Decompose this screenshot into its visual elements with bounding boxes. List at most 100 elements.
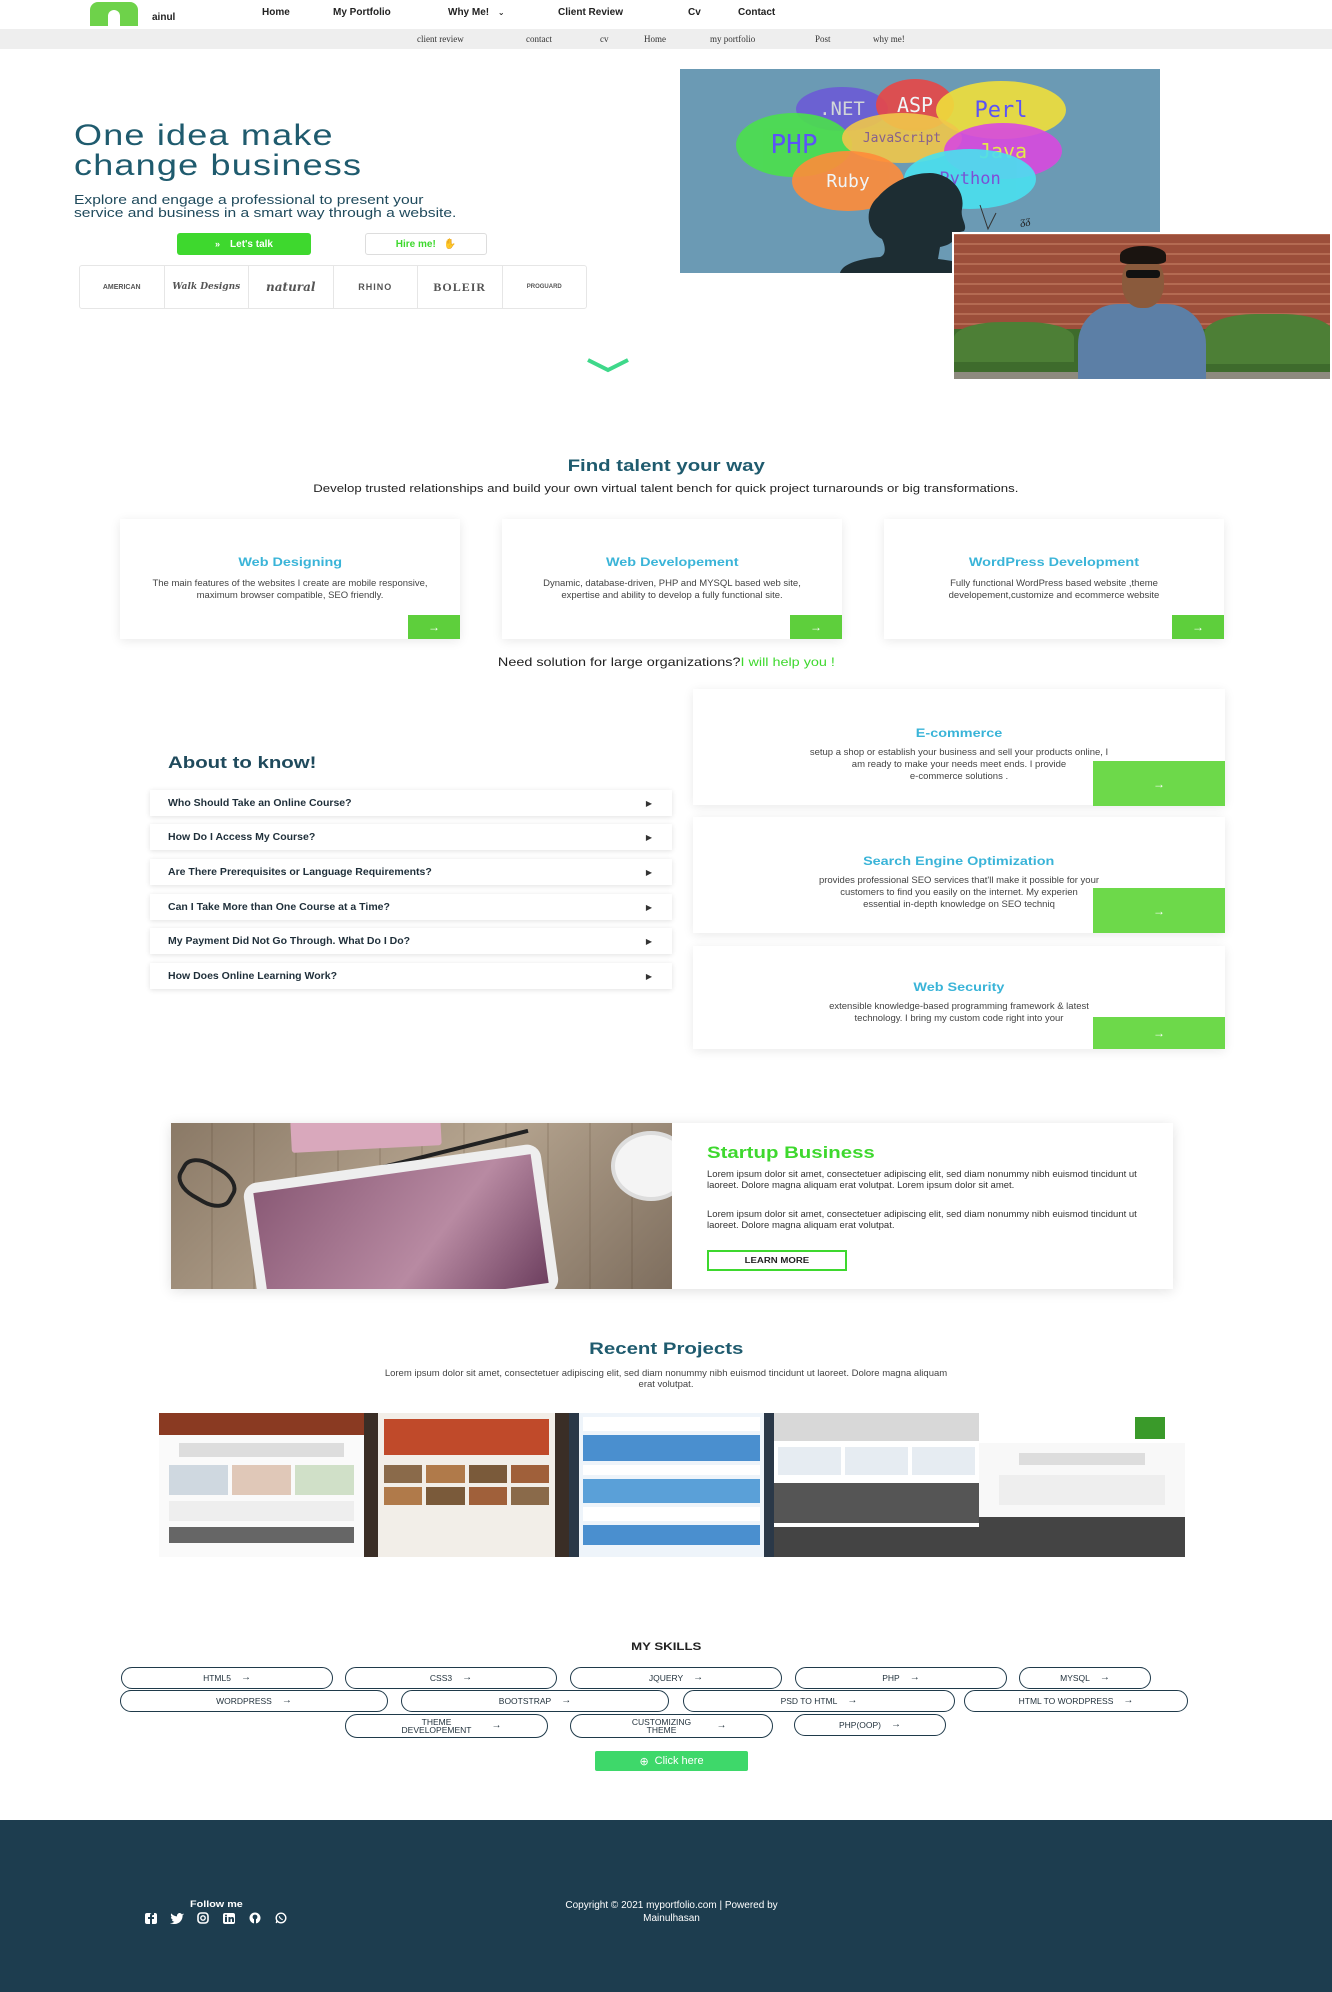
skill-pill-bootstrap[interactable]: BOOTSTRAP → [401, 1690, 669, 1712]
skill-pill-customizing-theme[interactable]: CUSTOMIZING THEME → [570, 1714, 773, 1738]
arrow-right-icon: → [1099, 1672, 1110, 1683]
hire-me-button[interactable]: Hire me! ✋ [365, 233, 487, 255]
skill-label: HTML TO WORDPRESS [1018, 1696, 1114, 1706]
brand-logos-strip: AMERICAN Walk Designs natural RHINO BOLE… [79, 265, 587, 309]
whatsapp-icon[interactable] [274, 1912, 288, 1924]
github-icon[interactable] [248, 1912, 262, 1924]
click-here-button[interactable]: ⊕ Click here [595, 1751, 748, 1771]
service-card-seo: Search Engine Optimization provides prof… [693, 817, 1225, 933]
subnav-cv[interactable]: cv [600, 34, 609, 44]
skill-pill-theme-development[interactable]: THEME DEVELOPEMENT → [345, 1714, 548, 1738]
brand-logo-boleir: BOLEIR [418, 266, 503, 308]
caret-right-icon: ▶ [645, 832, 652, 842]
follow-me-label: Follow me [190, 1899, 243, 1909]
faq-item[interactable]: Who Should Take an Online Course? ▶ [150, 790, 672, 816]
skill-label: CUSTOMIZING THEME [631, 1717, 692, 1735]
will-help-you-link[interactable]: I will help you ! [740, 655, 834, 669]
subnav-contact[interactable]: contact [526, 34, 552, 44]
instagram-icon[interactable] [196, 1912, 210, 1924]
arrow-right-icon: → [693, 1672, 704, 1683]
nav-home[interactable]: Home [262, 7, 290, 18]
arrow-right-icon: → [1153, 1026, 1165, 1040]
project-thumbnail-4[interactable] [774, 1413, 979, 1557]
logo-mark-icon [90, 2, 138, 26]
faq-item[interactable]: My Payment Did Not Go Through. What Do I… [150, 928, 672, 954]
arrow-right-button[interactable]: → [408, 615, 460, 639]
skill-pill-jquery[interactable]: JQUERY → [570, 1667, 782, 1689]
skill-pill-css3[interactable]: CSS3 → [345, 1667, 557, 1689]
faq-item[interactable]: How Does Online Learning Work? ▶ [150, 963, 672, 989]
faq-item[interactable]: Can I Take More than One Course at a Tim… [150, 894, 672, 920]
plus-circle-icon: ⊕ [639, 1755, 649, 1768]
skill-pill-psd-to-html[interactable]: PSD TO HTML → [683, 1690, 955, 1712]
chevron-down-icon: ⌄ [497, 8, 505, 17]
startup-paragraph-2: Lorem ipsum dolor sit amet, consectetuer… [707, 1209, 1137, 1231]
skill-label: HTML5 [203, 1673, 231, 1683]
subnav-post[interactable]: Post [815, 34, 831, 44]
site-logo[interactable]: ainul [90, 2, 175, 26]
skill-pill-php[interactable]: PHP → [795, 1667, 1007, 1689]
subnav-why-me[interactable]: why me! [873, 34, 905, 44]
caret-right-icon: ▶ [645, 867, 652, 877]
scroll-down-chevron-icon[interactable] [586, 357, 630, 373]
arrow-right-button[interactable]: → [1093, 1017, 1225, 1049]
project-thumbnail-2[interactable] [364, 1413, 569, 1557]
linkedin-icon[interactable] [222, 1912, 236, 1924]
arrow-right-icon: → [462, 1672, 473, 1683]
skill-pill-mysql[interactable]: MYSQL → [1019, 1667, 1151, 1689]
caret-right-icon: ▶ [645, 902, 652, 912]
faq-item[interactable]: Are There Prerequisites or Language Requ… [150, 859, 672, 885]
skill-pill-html5[interactable]: HTML5 → [121, 1667, 333, 1689]
large-org-callout: Need solution for large organizations?I … [0, 655, 1332, 669]
skill-label: JQUERY [648, 1673, 684, 1683]
arrow-right-icon: → [810, 620, 822, 634]
project-thumbnail-1[interactable] [159, 1413, 364, 1557]
arrow-right-icon: → [1192, 620, 1204, 634]
service-card-title: Web Developement [605, 555, 739, 569]
twitter-icon[interactable] [170, 1912, 184, 1924]
skill-pill-html-to-wordpress[interactable]: HTML TO WORDPRESS → [964, 1690, 1188, 1712]
arrow-right-button[interactable]: → [790, 615, 842, 639]
learn-more-label: LEARN MORE [744, 1256, 810, 1265]
talent-desc-text: Develop trusted relationships and build … [313, 483, 1019, 495]
faq-question: How Does Online Learning Work? [168, 970, 337, 982]
arrow-right-icon: → [428, 620, 440, 634]
service-card-web-development: Web Developement Dynamic, database-drive… [502, 519, 842, 639]
caret-right-icon: ▶ [645, 798, 652, 808]
skill-label: PHP(OOP) [838, 1720, 882, 1730]
project-thumbnail-3[interactable] [569, 1413, 774, 1557]
skill-label: WORDPRESS [216, 1696, 272, 1706]
facebook-icon[interactable] [144, 1912, 158, 1924]
lets-talk-button[interactable]: » Let's talk [177, 233, 311, 255]
skill-pill-wordpress[interactable]: WORDPRESS → [120, 1690, 388, 1712]
hero-title-line1: One idea make [74, 119, 334, 152]
project-thumbnail-5[interactable] [979, 1413, 1185, 1557]
arrow-right-button[interactable]: → [1172, 615, 1224, 639]
subnav-my-portfolio[interactable]: my portfolio [710, 34, 755, 44]
nav-contact[interactable]: Contact [738, 7, 775, 18]
skill-label: PHP [882, 1673, 900, 1683]
handwritten-scribble: ᵹᵹ [1018, 213, 1032, 228]
nav-cv[interactable]: Cv [688, 7, 701, 18]
tablet-desk-image [171, 1123, 672, 1289]
about-title: About to know! [168, 753, 317, 772]
faq-item[interactable]: How Do I Access My Course? ▶ [150, 824, 672, 850]
subnav-home[interactable]: Home [644, 34, 666, 44]
copyright-line1: Copyright © 2021 myportfolio.com | Power… [565, 1900, 778, 1911]
arrow-right-icon: → [891, 1719, 902, 1730]
skill-pill-php-oop[interactable]: PHP(OOP) → [794, 1714, 946, 1736]
logo-text: ainul [152, 12, 176, 23]
arrow-right-button[interactable]: → [1093, 761, 1225, 806]
nav-client-review[interactable]: Client Review [558, 7, 623, 18]
subnav-client-review[interactable]: client review [417, 34, 464, 44]
hero-title: One idea make change business [74, 121, 474, 181]
learn-more-button[interactable]: LEARN MORE [707, 1250, 847, 1271]
faq-question: Who Should Take an Online Course? [168, 797, 352, 809]
double-chevron-right-icon: » [215, 239, 221, 249]
lets-talk-label: Let's talk [230, 238, 273, 250]
nav-my-portfolio[interactable]: My Portfolio [333, 7, 391, 18]
arrow-right-button[interactable]: → [1093, 888, 1225, 933]
service-card-title: WordPress Development [968, 555, 1140, 569]
nav-why-me[interactable]: Why Me! ⌄ [448, 7, 505, 18]
brand-logo-american: AMERICAN [80, 266, 165, 308]
